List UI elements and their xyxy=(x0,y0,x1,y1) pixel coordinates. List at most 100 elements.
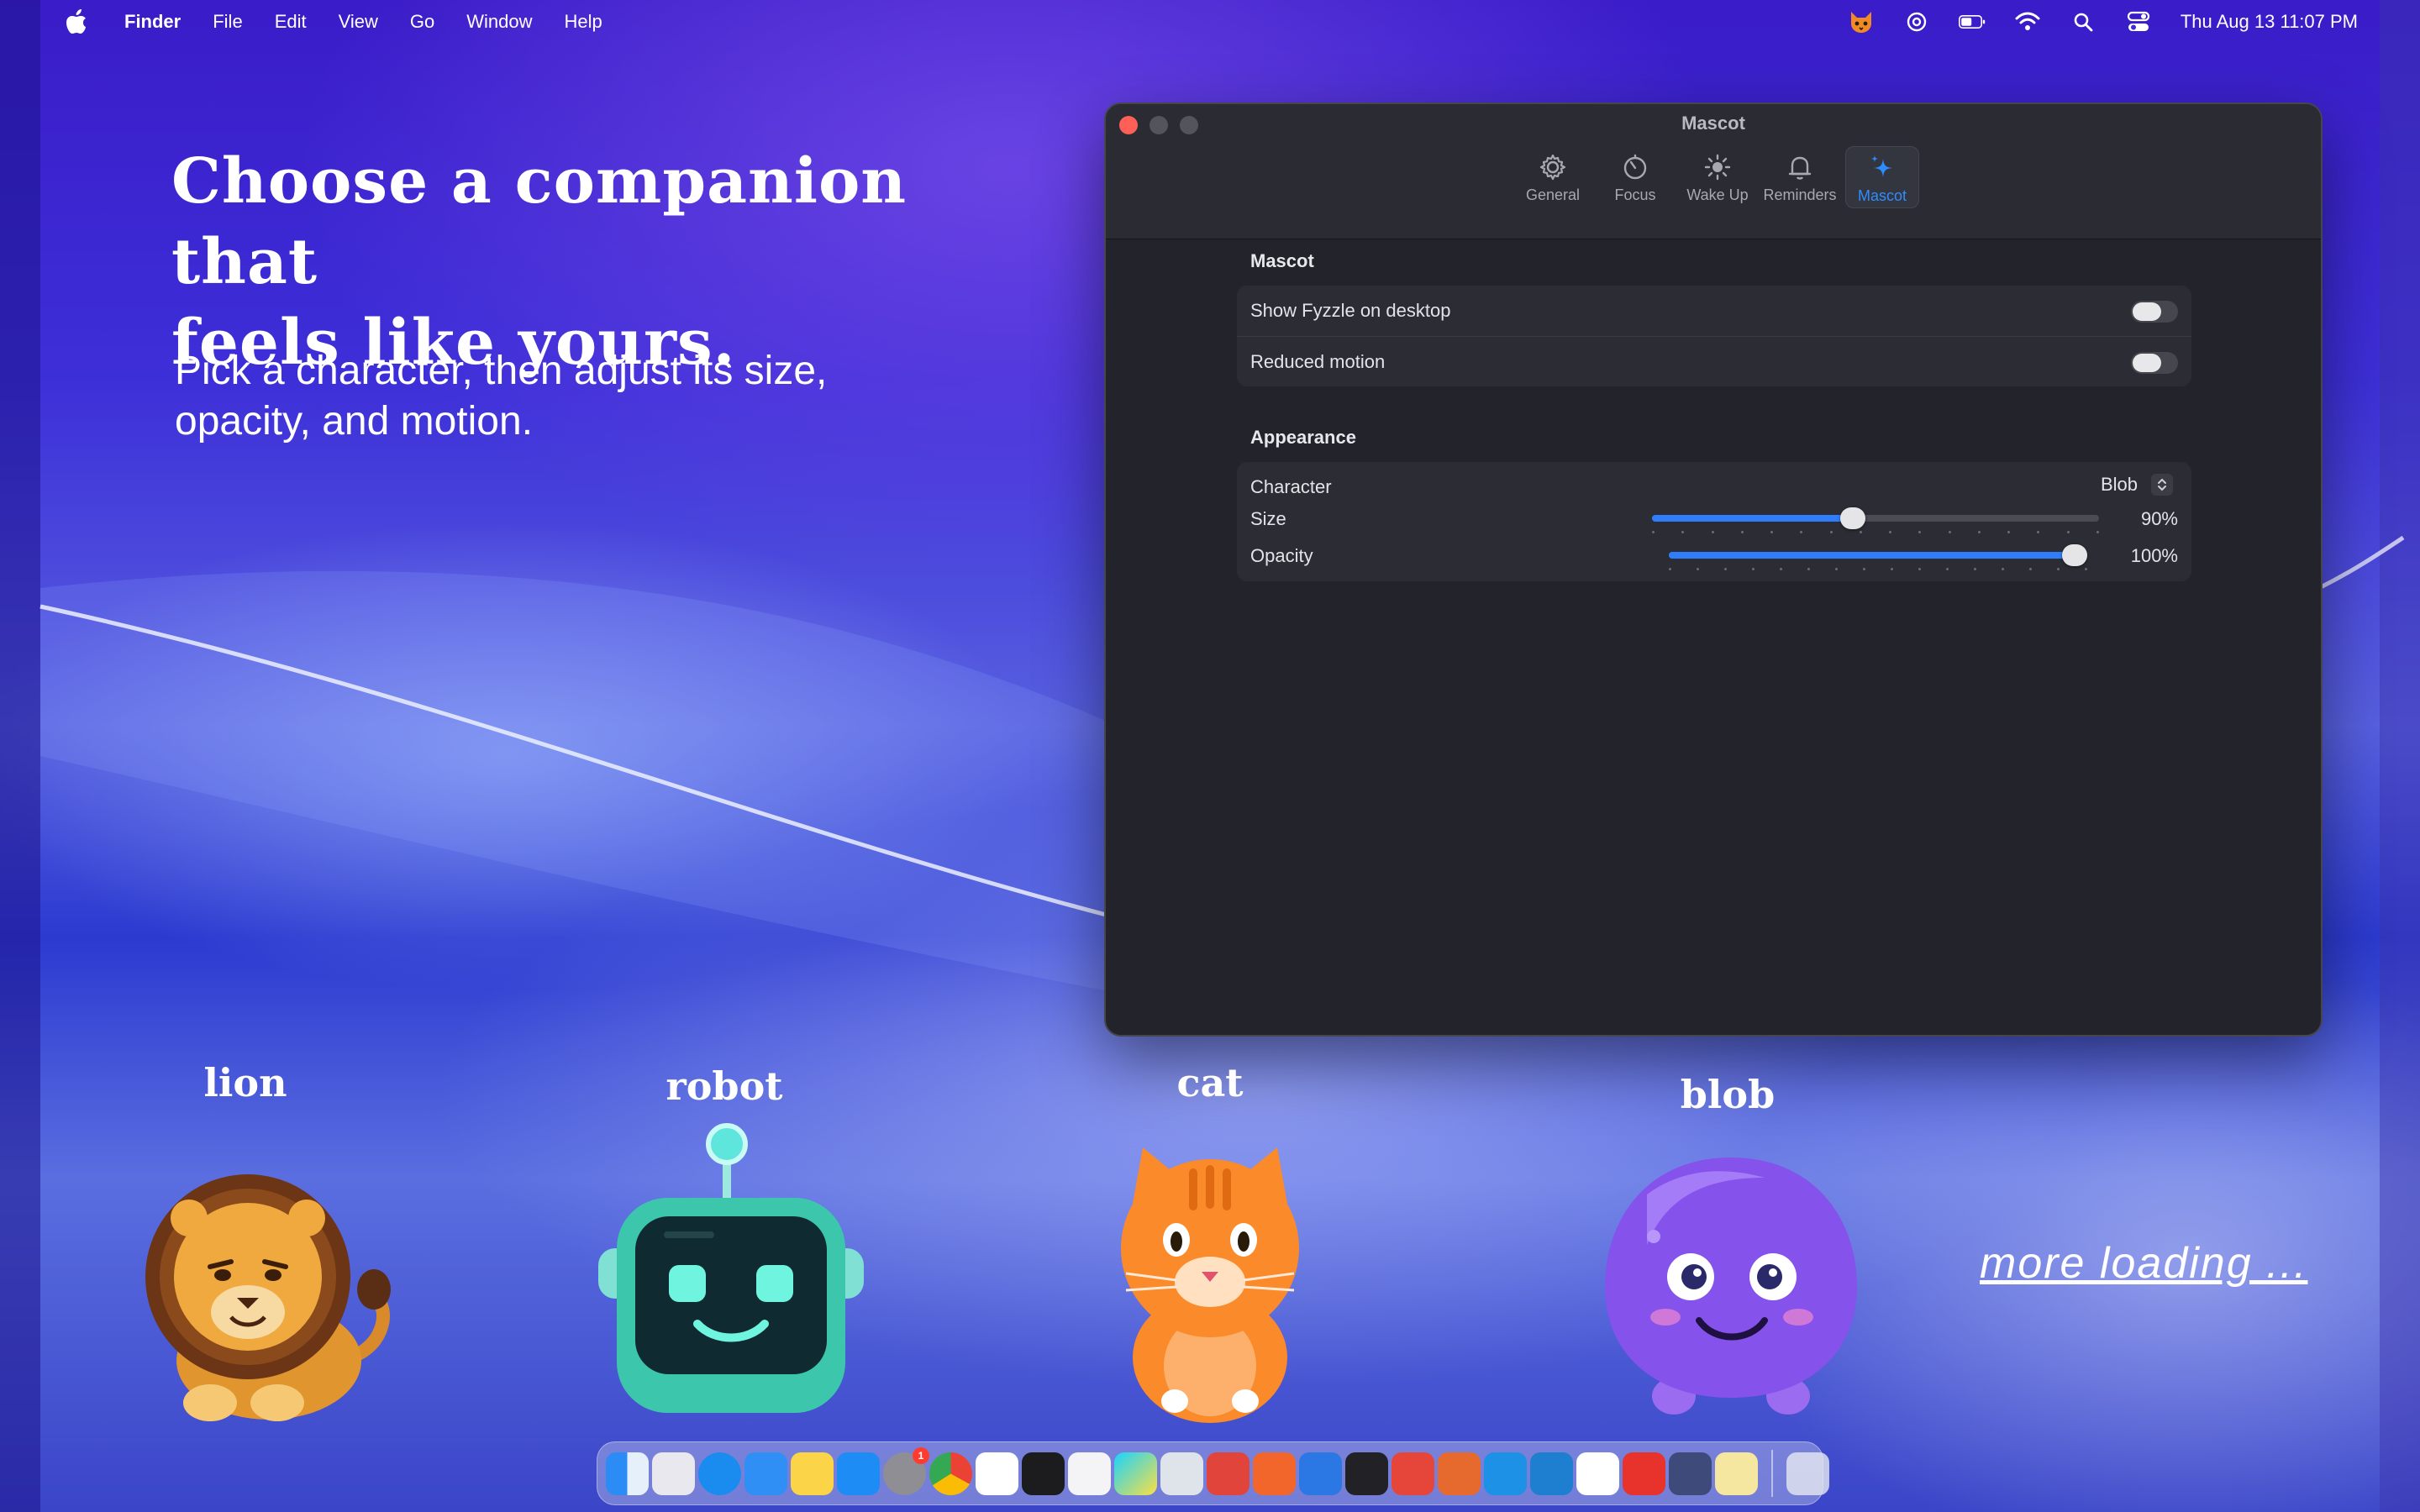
menu-window[interactable]: Window xyxy=(466,11,532,33)
menu-clock[interactable]: Thu Aug 13 11:07 PM xyxy=(2181,11,2358,33)
todoist-icon[interactable] xyxy=(1207,1452,1249,1495)
launchpad-icon[interactable] xyxy=(652,1452,695,1495)
chatgpt-icon[interactable] xyxy=(1903,8,1930,35)
hero-subtitle-line-2: opacity, and motion. xyxy=(175,399,534,444)
battery-icon[interactable] xyxy=(1958,8,1986,35)
menu-help[interactable]: Help xyxy=(565,11,602,33)
wifi-icon[interactable] xyxy=(2014,8,2041,35)
mascot-cat-icon[interactable] xyxy=(1848,8,1875,35)
vscode-icon[interactable] xyxy=(1530,1452,1573,1495)
chrome-icon[interactable] xyxy=(929,1452,972,1495)
more-loading-link[interactable]: more loading ... xyxy=(1980,1238,2307,1289)
menu-app-name[interactable]: Finder xyxy=(124,11,181,33)
size-slider[interactable] xyxy=(1652,502,2099,536)
dock: 1 xyxy=(597,1441,1829,1505)
opacity-slider[interactable] xyxy=(1669,539,2087,573)
opacity-label: Opacity xyxy=(1250,545,1313,566)
tab-focus[interactable]: Focus xyxy=(1598,146,1672,208)
mascot-label-robot: robot xyxy=(666,1063,783,1109)
sun-icon xyxy=(1704,154,1731,181)
menu-file[interactable]: File xyxy=(213,11,242,33)
appearance-section-heading: Appearance xyxy=(1250,427,1356,448)
webstorm-icon[interactable] xyxy=(1114,1452,1157,1495)
app-store-icon[interactable] xyxy=(837,1452,880,1495)
timer-icon xyxy=(1623,154,1647,180)
opacity-value: 100% xyxy=(2130,545,2178,566)
opacity-row: Opacity 100% xyxy=(1237,538,2191,575)
lion-mascot-image xyxy=(145,1174,391,1421)
menu-edit[interactable]: Edit xyxy=(275,11,307,33)
tab-general[interactable]: General xyxy=(1516,146,1590,208)
slider-fill xyxy=(1669,552,2087,559)
mail-icon[interactable] xyxy=(744,1452,787,1495)
show-on-desktop-row: Show Fyzzle on desktop xyxy=(1237,286,2191,336)
tab-reminders-label: Reminders xyxy=(1763,186,1837,203)
font-book-icon[interactable] xyxy=(1068,1452,1111,1495)
appearance-settings-group: Character Blob Size 90% Opacity 100% xyxy=(1237,462,2191,581)
terminal-icon[interactable] xyxy=(1022,1452,1065,1495)
reduced-motion-row: Reduced motion xyxy=(1237,336,2191,386)
menu-go[interactable]: Go xyxy=(410,11,434,33)
toggle-knob xyxy=(2133,354,2161,372)
mascot-label-lion: lion xyxy=(203,1060,287,1105)
remote-icon[interactable] xyxy=(1669,1452,1712,1495)
preview-icon[interactable] xyxy=(1715,1452,1758,1495)
mascot-settings-group: Show Fyzzle on desktop Reduced motion xyxy=(1237,286,2191,386)
finder-icon[interactable] xyxy=(606,1452,649,1495)
robot-mascot-image xyxy=(598,1123,864,1413)
tab-wake-up-label: Wake Up xyxy=(1686,186,1749,203)
tab-wake-up[interactable]: Wake Up xyxy=(1681,146,1754,208)
chevron-up-down-icon xyxy=(2151,474,2173,496)
cat-mascot-image xyxy=(1121,1147,1299,1423)
mascot-settings-window: Mascot General Focus Wake Up Reminders M… xyxy=(1104,102,2323,1037)
notion-icon[interactable] xyxy=(1576,1452,1619,1495)
settings-badge: 1 xyxy=(913,1446,929,1464)
slider-thumb[interactable] xyxy=(2062,544,2087,566)
window-title: Mascot xyxy=(1681,113,1745,134)
wps-icon[interactable] xyxy=(1623,1452,1665,1495)
claude-icon[interactable] xyxy=(1438,1452,1481,1495)
mascot-section-heading: Mascot xyxy=(1250,250,1314,271)
hero-title-line-1: Choose a companion that xyxy=(171,145,908,298)
menu-view[interactable]: View xyxy=(339,11,378,33)
postgres-icon[interactable] xyxy=(1160,1452,1203,1495)
mascot-label-blob: blob xyxy=(1680,1072,1776,1117)
xcode-icon[interactable] xyxy=(1299,1452,1342,1495)
sparkles-icon xyxy=(1871,155,1892,177)
slack-icon[interactable] xyxy=(976,1452,1018,1495)
window-toolbar: Mascot General Focus Wake Up Reminders M… xyxy=(1106,104,2321,239)
tab-general-label: General xyxy=(1525,186,1581,203)
hero-subtitle: Pick a character, then adjust its size, … xyxy=(175,346,1099,447)
spotlight-search-icon[interactable] xyxy=(2070,8,2096,35)
desktop-edge-left xyxy=(0,0,40,1512)
box-icon[interactable] xyxy=(1345,1452,1388,1495)
tab-focus-label: Focus xyxy=(1614,186,1656,203)
notes-icon[interactable] xyxy=(791,1452,834,1495)
reduced-motion-toggle[interactable] xyxy=(2131,352,2178,374)
desktop-edge-right xyxy=(2380,0,2420,1512)
tab-mascot-label: Mascot xyxy=(1857,187,1907,204)
docker-icon[interactable] xyxy=(1484,1452,1527,1495)
pen-app-icon[interactable] xyxy=(1253,1452,1296,1495)
size-value: 90% xyxy=(2140,508,2178,529)
dock-separator xyxy=(1771,1450,1773,1497)
safari-icon[interactable] xyxy=(698,1452,741,1495)
size-row: Size 90% xyxy=(1237,501,2191,538)
tab-reminders[interactable]: Reminders xyxy=(1763,146,1837,208)
affinity-icon[interactable] xyxy=(1392,1452,1434,1495)
hero-subtitle-line-1: Pick a character, then adjust its size, xyxy=(175,349,828,393)
size-label: Size xyxy=(1250,508,1286,529)
slider-ticks xyxy=(1669,568,2087,571)
control-center-icon[interactable] xyxy=(2125,8,2152,35)
character-label: Character xyxy=(1250,476,1332,497)
tab-mascot[interactable]: Mascot xyxy=(1845,146,1919,208)
gear-icon xyxy=(1539,154,1566,181)
character-popup[interactable]: Blob xyxy=(2101,474,2173,496)
show-on-desktop-label: Show Fyzzle on desktop xyxy=(1250,300,1451,321)
system-settings-icon[interactable]: 1 xyxy=(883,1446,929,1495)
show-on-desktop-toggle[interactable] xyxy=(2131,301,2178,323)
bell-icon xyxy=(1788,156,1812,180)
slider-thumb[interactable] xyxy=(1840,507,1866,529)
apple-menu-icon[interactable] xyxy=(66,9,91,34)
trash-icon[interactable] xyxy=(1786,1452,1829,1495)
